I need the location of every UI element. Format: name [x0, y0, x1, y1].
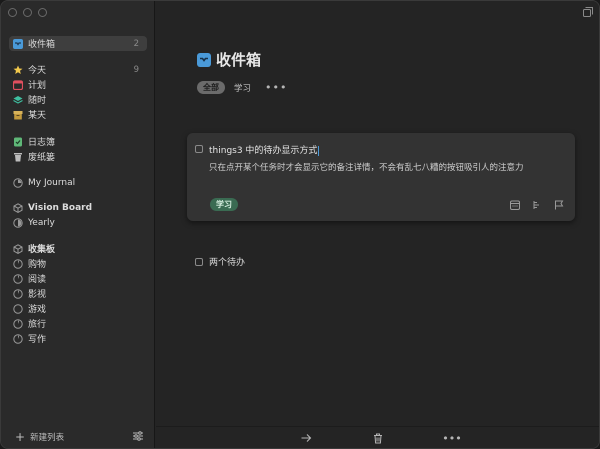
inbox-icon	[13, 38, 23, 49]
sidebar-item-inbox[interactable]: 收件箱 2	[9, 36, 147, 51]
layers-icon	[13, 95, 23, 105]
sidebar-item-anytime[interactable]: 随时	[9, 92, 147, 107]
inbox-count: 2	[133, 38, 139, 49]
todo-title-field[interactable]: things3 中的待办显示方式	[209, 143, 320, 156]
sidebar-item-someday[interactable]: 某天	[9, 107, 147, 122]
sidebar-item-label: Vision Board	[28, 202, 93, 213]
logbook-icon	[13, 137, 23, 147]
sidebar-project-reading[interactable]: 阅读	[9, 271, 147, 286]
sidebar-item-label: 旅行	[28, 320, 47, 330]
sidebar-item-label: My Journal	[28, 177, 76, 188]
todo-note-field[interactable]: 只在点开某个任务时才会显示它的备注详情，不会有乱七八糟的按钮吸引人的注意力	[209, 161, 524, 173]
sidebar-item-label: 收件箱	[28, 40, 56, 50]
tag-filter-bar: 全部 学习 •••	[197, 81, 287, 94]
sidebar-project-writing[interactable]: 写作	[9, 331, 147, 346]
calendar-icon	[13, 79, 23, 90]
zoom-window-button[interactable]	[38, 8, 47, 17]
todo-tag[interactable]: 学习	[210, 198, 238, 211]
sidebar-project-my-journal[interactable]: My Journal	[9, 175, 147, 190]
sidebar-project-shopping[interactable]: 购物	[9, 256, 147, 271]
sidebar-item-label: Yearly	[28, 217, 55, 228]
card-actions	[510, 200, 564, 210]
progress-circle-icon	[13, 258, 23, 269]
sidebar-item-label: 写作	[28, 335, 47, 345]
window-controls	[8, 8, 47, 17]
sidebar-item-label: 计划	[28, 81, 47, 91]
sidebar-item-label: 某天	[28, 111, 47, 121]
flag-icon[interactable]	[554, 200, 564, 210]
inbox-icon	[197, 52, 211, 67]
progress-circle-icon	[13, 303, 23, 314]
sidebar-area-collection[interactable]: 收集板	[9, 241, 147, 256]
more-options-button[interactable]: •••	[442, 432, 461, 445]
expanded-todo-card[interactable]: things3 中的待办显示方式 只在点开某个任务时才会显示它的备注详情，不会有…	[187, 133, 575, 221]
sidebar-project-yearly[interactable]: Yearly	[9, 215, 147, 230]
sliders-icon[interactable]	[132, 430, 144, 442]
sidebar-project-games[interactable]: 游戏	[9, 301, 147, 316]
trash-icon[interactable]	[372, 432, 384, 444]
page-header: 收件箱	[197, 49, 261, 70]
sidebar-item-label: 日志簿	[28, 138, 56, 148]
today-count: 9	[133, 64, 139, 75]
new-list-button[interactable]: + 新建列表	[15, 431, 64, 443]
todo-checkbox[interactable]	[195, 145, 203, 153]
cube-icon	[13, 243, 23, 254]
sidebar-item-upcoming[interactable]: 计划	[9, 77, 147, 92]
text-caret	[318, 145, 320, 156]
filter-study-tag[interactable]: 学习	[234, 82, 251, 94]
sidebar-item-label: 收集板	[28, 245, 56, 255]
minimize-window-button[interactable]	[23, 8, 32, 17]
progress-pie-icon	[13, 217, 23, 228]
progress-circle-icon	[13, 333, 23, 344]
sidebar-area-vision-board[interactable]: Vision Board	[9, 200, 147, 215]
plus-icon: +	[15, 430, 26, 444]
star-icon	[13, 65, 23, 75]
sidebar-item-label: 废纸篓	[28, 153, 56, 163]
bottom-toolbar: •••	[156, 426, 599, 448]
sidebar-project-movies[interactable]: 影视	[9, 286, 147, 301]
sidebar-item-label: 购物	[28, 260, 47, 270]
sidebar-item-trash[interactable]: 废纸篓	[9, 149, 147, 164]
app-window: 收件箱 2 今天 9 计划 随时 某天 日志簿 废纸篓 My Journal V…	[0, 0, 600, 449]
sidebar-footer: + 新建列表	[1, 426, 155, 448]
calendar-icon[interactable]	[510, 200, 520, 210]
sidebar-item-label: 游戏	[28, 305, 47, 315]
progress-pie-icon	[13, 177, 23, 188]
archive-box-icon	[13, 110, 23, 120]
filter-all-tag[interactable]: 全部	[197, 81, 225, 94]
cube-icon	[13, 202, 23, 213]
todo-title: 两个待办	[209, 258, 246, 268]
sidebar: 收件箱 2 今天 9 计划 随时 某天 日志簿 废纸篓 My Journal V…	[1, 1, 155, 448]
sidebar-item-label: 阅读	[28, 275, 47, 285]
todo-title: things3 中的待办显示方式	[209, 146, 318, 156]
todo-checkbox[interactable]	[195, 257, 203, 266]
sidebar-project-travel[interactable]: 旅行	[9, 316, 147, 331]
fullscreen-icon[interactable]	[583, 7, 593, 17]
checklist-icon[interactable]	[532, 200, 542, 210]
sidebar-item-today[interactable]: 今天 9	[9, 62, 147, 77]
page-title: 收件箱	[216, 51, 262, 69]
trash-icon	[13, 152, 23, 162]
progress-circle-icon	[13, 288, 23, 299]
sidebar-item-label: 影视	[28, 290, 47, 300]
more-tags-button[interactable]: •••	[265, 82, 287, 93]
sidebar-item-logbook[interactable]: 日志簿	[9, 134, 147, 149]
main-content: 收件箱 全部 学习 ••• things3 中的待办显示方式 只在点开某个任务时…	[156, 1, 599, 448]
sidebar-item-label: 随时	[28, 96, 47, 106]
progress-circle-icon	[13, 273, 23, 284]
todo-row[interactable]: 两个待办	[195, 255, 245, 268]
move-arrow-icon[interactable]	[300, 432, 312, 444]
progress-circle-icon	[13, 318, 23, 329]
sidebar-item-label: 今天	[28, 66, 47, 76]
new-list-label: 新建列表	[30, 433, 65, 443]
close-window-button[interactable]	[8, 8, 17, 17]
